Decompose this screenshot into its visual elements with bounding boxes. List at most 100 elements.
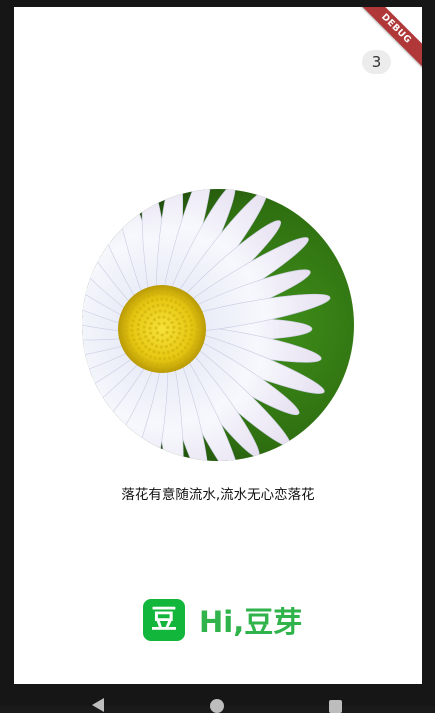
- center-floret: [154, 326, 158, 330]
- center-floret: [148, 355, 153, 359]
- center-floret: [177, 322, 181, 326]
- center-floret: [151, 305, 155, 309]
- center-floret: [168, 311, 172, 315]
- center-floret: [131, 319, 135, 323]
- center-floret: [124, 324, 128, 328]
- center-floret: [132, 338, 136, 342]
- center-floret: [175, 294, 179, 298]
- center-floret: [183, 334, 187, 338]
- center-floret: [175, 346, 179, 350]
- center-floret: [124, 329, 128, 333]
- center-floret: [165, 291, 169, 295]
- center-floret: [165, 330, 169, 335]
- center-floret: [162, 315, 166, 319]
- center-floret: [188, 337, 192, 342]
- center-floret: [149, 331, 153, 335]
- center-floret: [166, 350, 171, 354]
- daisy-image[interactable]: [82, 189, 354, 461]
- center-floret: [128, 310, 132, 314]
- center-floret: [130, 328, 134, 332]
- center-floret: [183, 299, 187, 303]
- center-floret: [175, 317, 179, 321]
- center-floret: [178, 358, 183, 362]
- center-floret: [162, 321, 166, 326]
- center-floret: [174, 300, 178, 304]
- center-floret: [136, 327, 140, 332]
- center-floret: [157, 351, 161, 355]
- center-floret: [169, 343, 173, 347]
- center-floret: [155, 331, 160, 335]
- app-screen: DEBUG 3 落花有意随流水,流水无心恋落花 豆 Hi,豆芽: [14, 7, 422, 684]
- center-floret: [137, 299, 142, 303]
- brand-title: Hi,豆芽: [199, 605, 303, 639]
- center-floret: [165, 297, 169, 301]
- counter-badge[interactable]: 3: [362, 50, 391, 74]
- center-floret: [148, 326, 152, 330]
- center-floret: [179, 296, 183, 300]
- center-floret: [142, 330, 146, 334]
- center-floret: [178, 342, 183, 346]
- center-floret: [140, 314, 144, 318]
- center-floret: [143, 320, 147, 324]
- center-floret: [150, 361, 154, 366]
- center-floret: [150, 342, 154, 346]
- center-floret: [152, 350, 156, 354]
- center-floret: [178, 303, 182, 307]
- brand-block: 豆 Hi,豆芽: [143, 599, 302, 641]
- center-floret: [128, 343, 132, 347]
- center-floret: [190, 328, 194, 332]
- center-floret: [176, 336, 180, 340]
- brand-logo-char: 豆: [150, 605, 177, 635]
- center-floret: [146, 316, 150, 320]
- center-floret: [176, 352, 180, 356]
- system-nav-bar: [0, 684, 435, 713]
- center-floret: [153, 310, 158, 314]
- center-floret: [189, 318, 193, 323]
- home-circle-icon[interactable]: [210, 699, 224, 713]
- back-triangle-icon[interactable]: [92, 698, 104, 712]
- center-floret: [165, 338, 169, 342]
- center-floret: [137, 355, 141, 359]
- center-floret: [189, 333, 194, 337]
- center-floret: [145, 360, 149, 364]
- center-floret: [182, 355, 187, 359]
- phone-frame: DEBUG 3 落花有意随流水,流水无心恋落花 豆 Hi,豆芽: [0, 0, 435, 713]
- center-floret: [169, 335, 173, 339]
- center-floret: [126, 315, 130, 319]
- center-floret: [149, 321, 153, 326]
- center-floret: [158, 357, 162, 361]
- recents-square-icon[interactable]: [329, 700, 342, 713]
- center-floret: [126, 339, 130, 343]
- center-floret: [146, 339, 150, 343]
- center-floret: [183, 346, 187, 350]
- center-floret: [147, 307, 151, 311]
- center-floret: [144, 352, 148, 357]
- center-floret: [171, 330, 176, 334]
- center-floret: [158, 309, 162, 313]
- center-floret: [148, 347, 152, 352]
- center-floret: [142, 303, 146, 307]
- center-floret: [189, 348, 193, 352]
- center-floret: [152, 318, 157, 322]
- center-floret: [133, 314, 137, 318]
- center-floret: [187, 314, 191, 318]
- center-floret: [155, 338, 160, 342]
- center-floret: [149, 313, 153, 317]
- center-floret: [181, 338, 185, 342]
- center-floret: [150, 292, 155, 296]
- center-floret: [138, 318, 142, 322]
- center-floret: [140, 341, 145, 345]
- center-floret: [165, 363, 169, 367]
- center-floret: [190, 323, 194, 327]
- center-floret: [174, 360, 178, 364]
- center-floret: [169, 362, 174, 366]
- center-floret: [192, 311, 196, 315]
- center-floret: [196, 330, 200, 334]
- center-floret: [186, 303, 191, 307]
- center-floret: [165, 304, 170, 308]
- center-floret: [154, 344, 159, 348]
- center-floret: [166, 325, 170, 329]
- center-floret: [163, 309, 167, 313]
- center-floret: [169, 298, 173, 303]
- center-floret: [170, 305, 174, 309]
